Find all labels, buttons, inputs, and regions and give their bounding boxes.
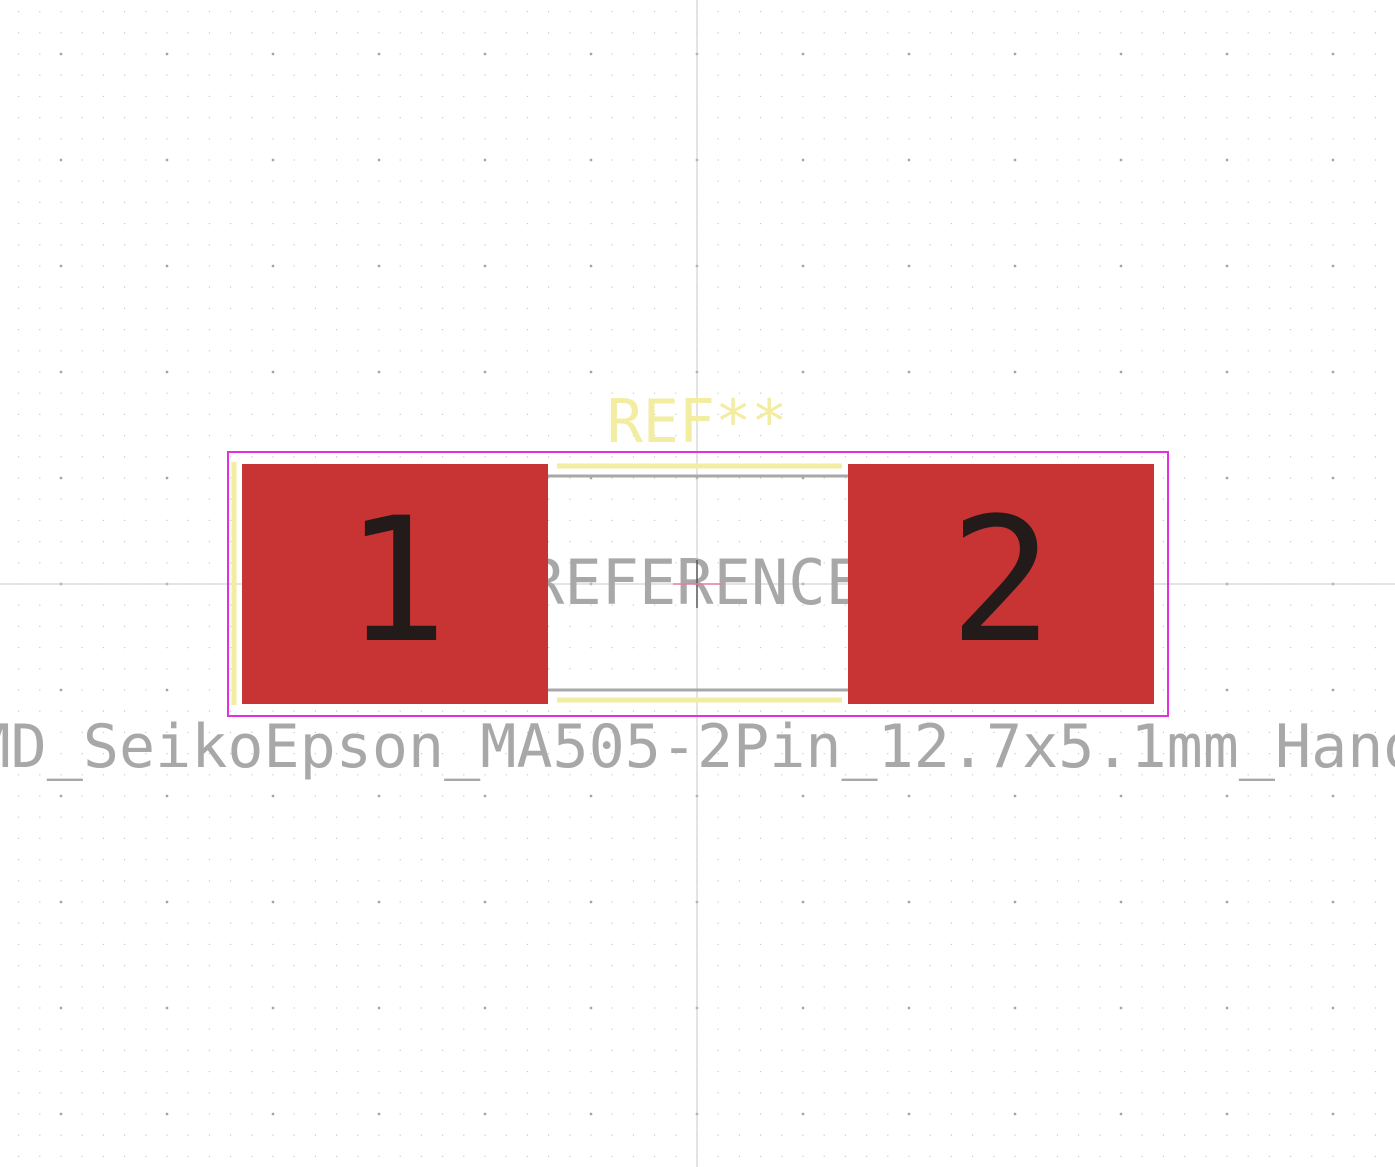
fab-reference-text: REFERENCE (527, 546, 863, 619)
reference-designator[interactable]: REF** (607, 387, 788, 457)
pad-1[interactable]: 1 (242, 464, 548, 704)
footprint-editor-canvas[interactable]: REFERENCE 1 2 REF** Crystal_SMD_SeikoEps… (0, 0, 1395, 1167)
pad-2[interactable]: 2 (848, 464, 1154, 704)
pad-1-number: 1 (344, 480, 448, 681)
footprint-value-text[interactable]: Crystal_SMD_SeikoEpson_MA505-2Pin_12.7x5… (0, 712, 1395, 782)
pad-2-number: 2 (949, 480, 1053, 681)
